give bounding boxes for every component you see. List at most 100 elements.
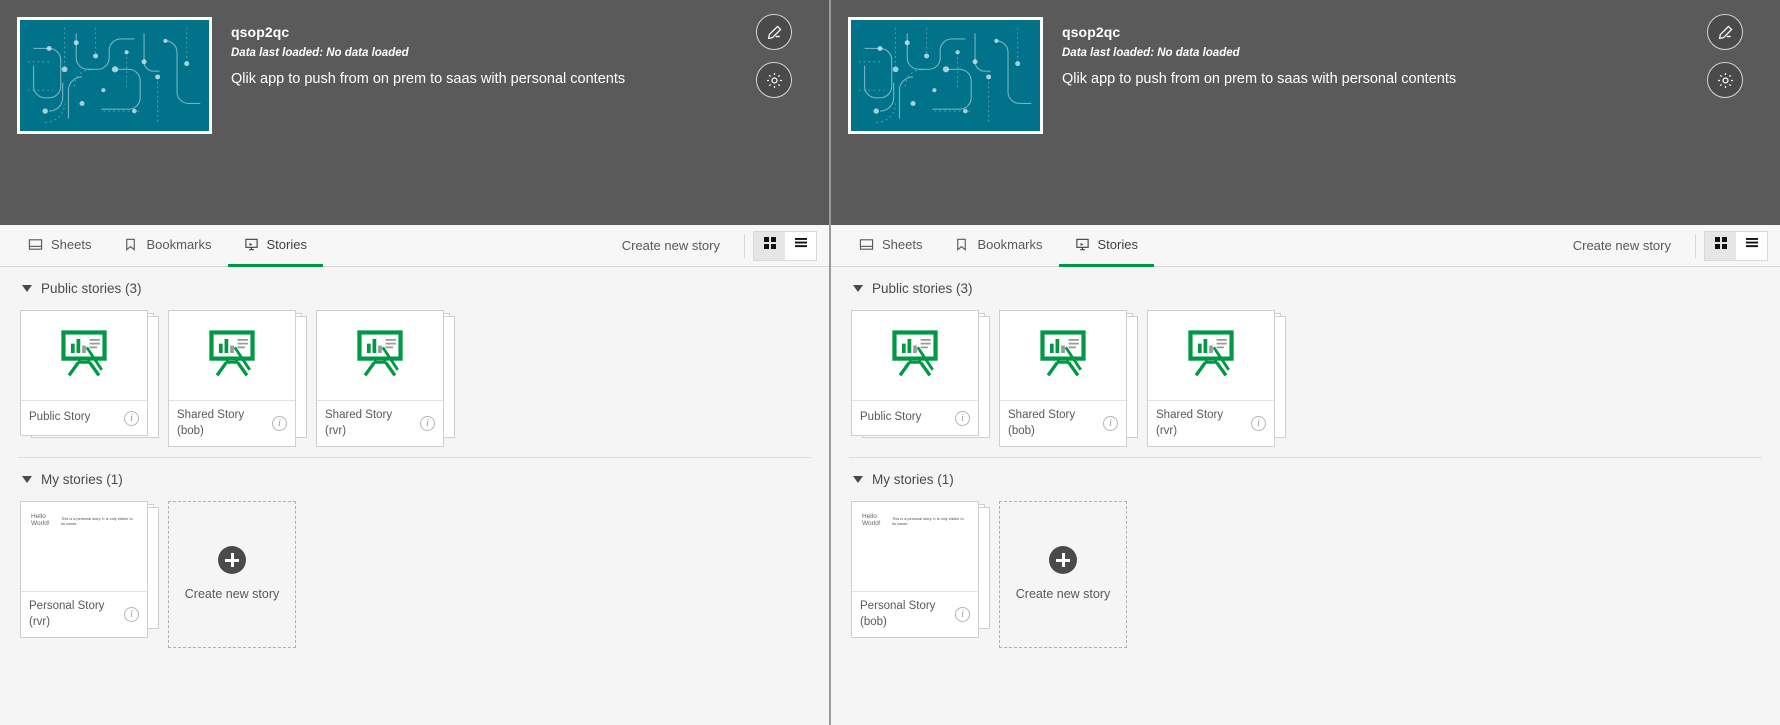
caret-down-icon (853, 476, 863, 484)
tab-label: Bookmarks (977, 237, 1043, 252)
story-thumbnail (852, 311, 978, 401)
story-card-stack: Hello World! This is a personal story. It… (20, 501, 159, 648)
tab-label: Sheets (882, 237, 923, 252)
app-thumbnail (17, 17, 212, 134)
story-content: Public stories (3) Public Story i Shared … (0, 267, 829, 658)
info-icon[interactable]: i (955, 410, 970, 426)
story-thumbnail (317, 311, 443, 401)
info-icon[interactable]: i (955, 607, 970, 623)
tabbar: Sheets Bookmarks Stories Create new story (0, 225, 829, 267)
tab-label: Sheets (51, 237, 92, 252)
story-thumbnail (169, 311, 295, 401)
story-card[interactable]: Hello World! This is a personal story. It… (851, 501, 979, 639)
story-card-stack: Hello World! This is a personal story. It… (851, 501, 990, 648)
bookmark-icon (954, 237, 969, 252)
info-icon[interactable]: i (124, 410, 139, 426)
story-card-list: Hello World! This is a personal story. It… (16, 495, 813, 658)
list-icon (793, 235, 809, 256)
story-card-footer: Public Story i (21, 401, 147, 435)
story-card-list: Public Story i Shared Story (bob) i Shared… (847, 304, 1764, 457)
story-card[interactable]: Shared Story (bob) i (999, 310, 1127, 448)
grid-view-button[interactable] (754, 231, 785, 260)
story-name: Public Story (860, 411, 922, 424)
edit-app-button[interactable] (756, 14, 792, 50)
easel-icon (56, 325, 112, 386)
story-card[interactable]: Public Story i (20, 310, 148, 436)
list-view-button[interactable] (1736, 231, 1767, 260)
story-card-stack: Shared Story (rvr) i (316, 310, 455, 448)
story-card-stack: Shared Story (bob) i (168, 310, 307, 448)
app-thumbnail (848, 17, 1043, 134)
sheet-icon (859, 237, 874, 252)
create-new-story-link[interactable]: Create new story (606, 238, 736, 253)
section-header[interactable]: Public stories (3) (16, 267, 813, 304)
story-card-stack: Public Story i (20, 310, 159, 447)
tab-sheets[interactable]: Sheets (12, 225, 107, 267)
view-toggle (753, 230, 817, 261)
story-name: Shared Story (rvr) (325, 409, 393, 437)
app-panel-1: qsop2qc Data last loaded: No data loaded Q… (0, 0, 831, 725)
tab-list: Sheets Bookmarks Stories (0, 225, 323, 267)
story-card[interactable]: Shared Story (rvr) i (316, 310, 444, 448)
story-card[interactable]: Hello World! This is a personal story. It… (20, 501, 148, 639)
tab-bookmarks[interactable]: Bookmarks (107, 225, 227, 267)
tab-label: Stories (1097, 237, 1138, 252)
app-info: qsop2qc Data last loaded: No data loaded Q… (1062, 17, 1456, 225)
tabbar-actions: Create new story (606, 225, 829, 266)
plus-icon (218, 546, 246, 575)
app-title: qsop2qc (231, 24, 290, 40)
app-options-button[interactable] (1707, 62, 1743, 98)
easel-icon (1183, 325, 1239, 386)
section-header[interactable]: Public stories (3) (847, 267, 1764, 304)
section-title: Public stories (3) (41, 281, 142, 296)
app-title: qsop2qc (1062, 24, 1121, 40)
section-header[interactable]: My stories (1) (16, 458, 813, 495)
info-icon[interactable]: i (1103, 416, 1118, 432)
tab-stories[interactable]: Stories (227, 225, 323, 267)
app-panel-2: qsop2qc Data last loaded: No data loaded Q… (831, 0, 1780, 725)
bookmark-icon (123, 237, 138, 252)
story-thumbnail: Hello World! This is a personal story. It… (21, 502, 147, 593)
story-card-stack: Public Story i (851, 310, 990, 447)
divider (1695, 233, 1696, 258)
app-options-button[interactable] (756, 62, 792, 98)
create-new-story-tile[interactable]: Create new story (999, 501, 1127, 649)
story-icon (1075, 237, 1090, 252)
story-content: Public stories (3) Public Story i Shared … (831, 267, 1780, 658)
story-card[interactable]: Shared Story (bob) i (168, 310, 296, 448)
tab-bookmarks[interactable]: Bookmarks (938, 225, 1058, 267)
easel-icon (887, 325, 943, 386)
app-data-last-loaded: Data last loaded: No data loaded (1062, 47, 1240, 59)
info-icon[interactable]: i (124, 607, 139, 623)
grid-view-button[interactable] (1705, 231, 1736, 260)
list-icon (1744, 235, 1760, 256)
edit-app-button[interactable] (1707, 14, 1743, 50)
story-name: Personal Story (rvr) (29, 600, 105, 628)
caret-down-icon (853, 285, 863, 292)
info-icon[interactable]: i (420, 416, 435, 432)
tab-sheets[interactable]: Sheets (843, 225, 938, 267)
story-card-stack: Shared Story (rvr) i (1147, 310, 1286, 448)
section-header[interactable]: My stories (1) (847, 458, 1764, 495)
story-card-list: Hello World! This is a personal story. It… (847, 495, 1764, 658)
story-card-footer: Personal Story (bob) i (852, 592, 978, 637)
grid-icon (1713, 235, 1729, 256)
story-card-footer: Shared Story (bob) i (1000, 401, 1126, 446)
list-view-button[interactable] (785, 231, 816, 260)
tab-list: Sheets Bookmarks Stories (831, 225, 1154, 267)
story-card[interactable]: Shared Story (rvr) i (1147, 310, 1275, 448)
app-header: qsop2qc Data last loaded: No data loaded Q… (831, 0, 1780, 225)
story-card[interactable]: Public Story i (851, 310, 979, 436)
story-name: Public Story (29, 411, 91, 424)
story-card-footer: Personal Story (rvr) i (21, 592, 147, 637)
info-icon[interactable]: i (272, 416, 287, 432)
story-thumbnail (21, 311, 147, 401)
tab-stories[interactable]: Stories (1058, 225, 1154, 267)
create-new-story-link[interactable]: Create new story (1557, 238, 1687, 253)
easel-icon (1035, 325, 1091, 386)
view-toggle (1704, 230, 1768, 261)
header-actions (1670, 14, 1780, 98)
create-new-story-tile[interactable]: Create new story (168, 501, 296, 649)
info-icon[interactable]: i (1251, 416, 1266, 432)
divider (744, 233, 745, 258)
